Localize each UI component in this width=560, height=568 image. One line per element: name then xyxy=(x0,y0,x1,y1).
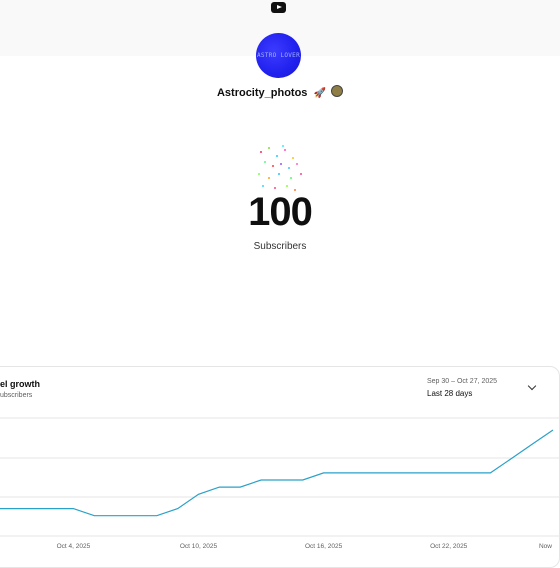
subscriber-count: 100 xyxy=(0,190,560,235)
channel-name-row: Astrocity_photos 🚀 xyxy=(0,85,560,99)
chart-x-ticks: Oct 4, 2025 Oct 10, 2025 Oct 16, 2025 Oct 2… xyxy=(57,543,553,550)
x-tick-label: Oct 4, 2025 xyxy=(57,543,91,550)
series-line xyxy=(0,430,553,516)
chart-gridlines xyxy=(0,418,560,536)
coin-icon xyxy=(331,85,343,97)
x-tick-label: Oct 16, 2025 xyxy=(305,543,343,550)
x-tick-label: Now xyxy=(539,543,552,550)
date-range-label[interactable]: Last 28 days xyxy=(427,389,472,398)
youtube-play-icon[interactable] xyxy=(271,2,286,13)
x-tick-label: Oct 22, 2025 xyxy=(430,543,468,550)
growth-chart: Oct 4, 2025 Oct 10, 2025 Oct 16, 2025 Oct 2… xyxy=(0,405,560,560)
channel-name: Astrocity_photos xyxy=(217,87,307,99)
chevron-down-icon[interactable] xyxy=(524,381,540,395)
date-range-dates: Sep 30 – Oct 27, 2025 xyxy=(427,378,497,385)
subscriber-label: Subscribers xyxy=(0,241,560,252)
avatar-text: ASTRO LOVER xyxy=(256,52,301,59)
x-tick-label: Oct 10, 2025 xyxy=(180,543,218,550)
card-title: el growth xyxy=(0,379,40,389)
card-subtitle: ubscribers xyxy=(0,392,32,399)
rocket-icon: 🚀 xyxy=(314,88,326,99)
channel-avatar[interactable]: ASTRO LOVER xyxy=(256,33,301,78)
